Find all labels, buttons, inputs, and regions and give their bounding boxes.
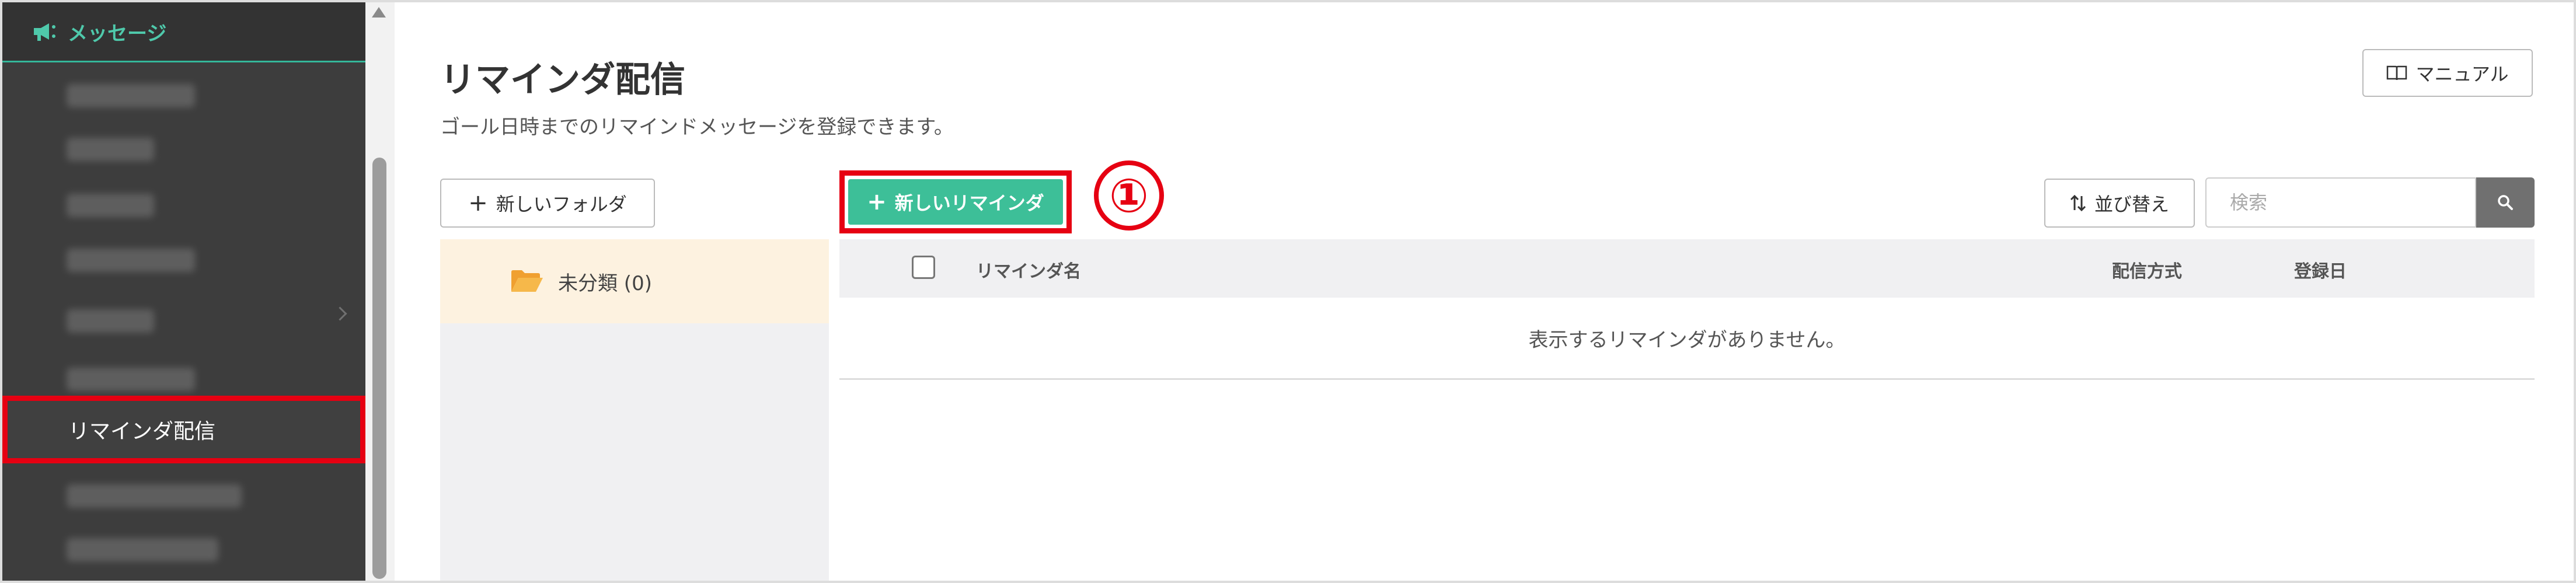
sidebar-item-blurred[interactable] <box>67 84 195 107</box>
folder-panel: 未分類 (0) <box>440 239 829 581</box>
sidebar-item-blurred[interactable] <box>67 368 195 391</box>
sort-button-label: 並び替え <box>2094 193 2169 215</box>
folder-item[interactable]: 未分類 (0) <box>440 239 829 323</box>
chevron-down-icon <box>333 306 347 321</box>
sidebar-item-blurred[interactable] <box>67 249 195 272</box>
search-icon <box>2498 195 2513 210</box>
column-header-name[interactable]: リマインダ名 <box>976 257 1081 282</box>
column-header-registered-date[interactable]: 登録日 <box>2294 257 2347 282</box>
highlight-box: + 新しいリマインダ <box>839 170 1072 233</box>
scroll-up-arrow-icon[interactable] <box>372 7 386 18</box>
sidebar-item-blurred[interactable] <box>67 138 154 161</box>
new-folder-button[interactable]: + 新しいフォルダ <box>440 179 655 228</box>
step-number-callout: ① <box>1094 160 1164 231</box>
folder-label: 未分類 (0) <box>558 271 652 295</box>
page-title: リマインダ配信 <box>440 60 685 100</box>
manual-button-label: マニュアル <box>2415 63 2509 85</box>
sidebar-item-blurred[interactable] <box>67 309 154 333</box>
search-field[interactable] <box>2205 177 2476 228</box>
folder-open-icon <box>511 270 543 292</box>
search-input[interactable] <box>2206 179 2475 226</box>
sidebar-item-blurred[interactable] <box>67 194 154 217</box>
manual-button[interactable]: マニュアル <box>2362 49 2533 97</box>
table-header: リマインダ名 配信方式 登録日 <box>839 239 2535 298</box>
sidebar-item-blurred[interactable] <box>67 538 218 561</box>
search-button[interactable] <box>2476 177 2535 228</box>
sidebar-item-label: リマインダ配信 <box>68 420 216 444</box>
empty-state-message: 表示するリマインダがありません。 <box>839 298 2535 380</box>
new-folder-label: 新しいフォルダ <box>496 193 627 215</box>
new-reminder-label: 新しいリマインダ <box>894 192 1044 214</box>
scrollbar-thumb[interactable] <box>372 158 386 579</box>
megaphone-icon <box>34 23 55 41</box>
sidebar-section-header[interactable]: メッセージ <box>2 2 365 62</box>
sidebar-item-reminder[interactable]: リマインダ配信 <box>2 396 365 463</box>
plus-icon: + <box>468 190 488 217</box>
sidebar-section-title: メッセージ <box>68 22 167 46</box>
column-header-delivery-method[interactable]: 配信方式 <box>2112 257 2182 282</box>
plus-icon: + <box>867 188 887 215</box>
book-icon <box>2387 65 2407 81</box>
sidebar: メッセージ <box>2 2 365 581</box>
sort-button[interactable]: 並び替え <box>2044 179 2195 228</box>
sidebar-item-blurred[interactable] <box>67 484 242 508</box>
new-reminder-button[interactable]: + 新しいリマインダ <box>848 179 1063 225</box>
page-description: ゴール日時までのリマインドメッセージを登録できます。 <box>440 116 954 139</box>
sort-arrows-icon <box>2070 194 2086 212</box>
select-all-checkbox[interactable] <box>912 256 935 279</box>
